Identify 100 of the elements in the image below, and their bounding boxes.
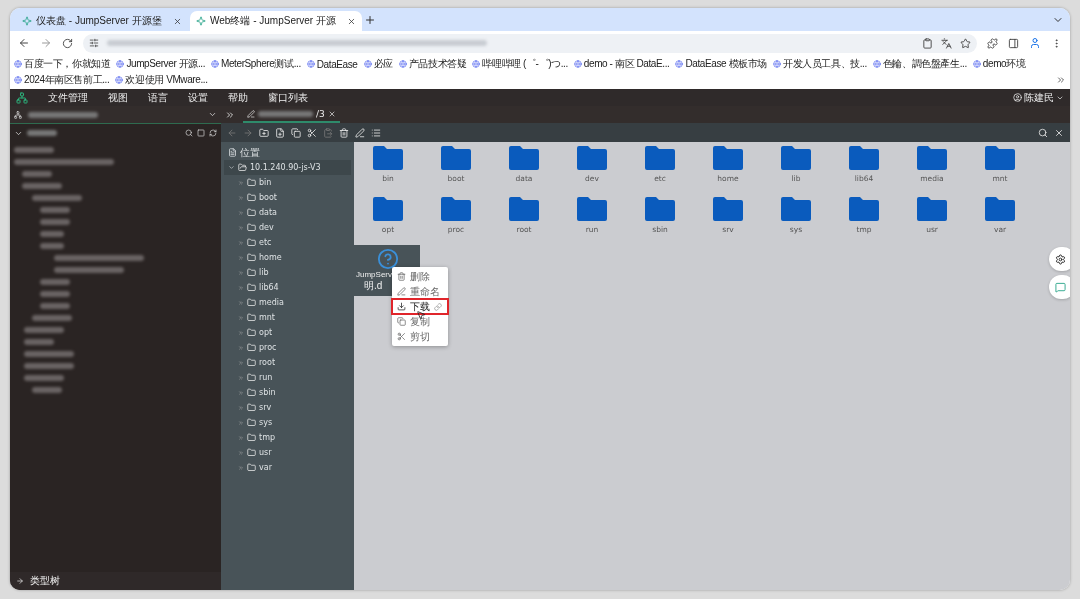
list-view-button[interactable] [371, 127, 381, 138]
tree-item[interactable]: dev [224, 220, 351, 235]
bookmark[interactable]: 必应 [363, 57, 393, 71]
bookmark[interactable]: demo环境 [972, 57, 1026, 71]
globe-icon [772, 60, 781, 68]
clipboard-icon[interactable] [922, 37, 933, 49]
tree-item[interactable]: media [224, 295, 351, 310]
tree-item[interactable]: root [224, 355, 351, 370]
close-icon[interactable] [173, 16, 182, 26]
folder-icon [509, 197, 539, 221]
link-icon [434, 302, 442, 311]
star-icon[interactable] [960, 37, 971, 49]
tree-item[interactable]: usr [224, 445, 351, 460]
tree-item[interactable]: lib64 [224, 280, 351, 295]
new-tab-icon[interactable] [364, 13, 376, 26]
type-tree-bar[interactable]: 类型树 [10, 572, 221, 590]
folder-icon [247, 283, 256, 292]
menu-item[interactable]: 语言 [148, 90, 168, 105]
app-logo-icon [16, 91, 28, 104]
extensions-icon[interactable] [987, 37, 998, 49]
browser-tab[interactable]: Web终端 - JumpServer 开源 [190, 11, 362, 31]
clipboard-icon [323, 127, 333, 138]
search-icon[interactable] [185, 129, 193, 137]
tree-item[interactable]: opt [224, 325, 351, 340]
delete-button[interactable] [339, 127, 349, 138]
redacted-text [40, 230, 64, 237]
close-icon[interactable] [347, 16, 356, 26]
tree-item[interactable]: home [224, 250, 351, 265]
tree-item[interactable]: etc [224, 235, 351, 250]
square-icon[interactable] [197, 129, 205, 137]
more-bookmarks-icon[interactable] [1056, 75, 1066, 85]
caret-icon[interactable] [208, 110, 217, 119]
folder-icon [713, 146, 743, 170]
tree-item[interactable]: 10.1.240.90-js-V3 [224, 160, 351, 175]
folder-icon [849, 197, 879, 221]
search-button[interactable] [1038, 127, 1048, 138]
globe-icon [115, 76, 124, 84]
bookmark[interactable]: 产品技术答疑 [398, 57, 467, 71]
tree-item[interactable]: bin [224, 175, 351, 190]
reload-icon[interactable] [62, 37, 73, 49]
new-folder-button[interactable] [259, 127, 269, 138]
tree-item[interactable]: sys [224, 415, 351, 430]
profile-icon[interactable] [1029, 37, 1041, 49]
bookmark[interactable]: 2024年南区售前工... [14, 73, 110, 87]
caret-icon [238, 434, 244, 441]
menu-item[interactable]: 文件管理 [48, 90, 88, 105]
close-icon[interactable] [327, 109, 336, 118]
bookmark[interactable]: 哔哩哔哩 (゜-゜)つ... [472, 57, 568, 71]
menu-item[interactable]: 剪切 [392, 329, 448, 344]
menu-item[interactable]: 下载 [392, 299, 448, 314]
refresh-icon[interactable] [209, 129, 217, 137]
tree-item[interactable]: proc [224, 340, 351, 355]
bookmark[interactable]: 色輪、調色盤產生... [872, 57, 967, 71]
tree-item[interactable]: lib [224, 265, 351, 280]
bookmark[interactable]: DataEase 模板市场 [675, 57, 767, 71]
bookmark[interactable]: 百度一下，你就知道 [14, 57, 111, 71]
caret-icon [238, 464, 244, 471]
back-icon[interactable] [18, 37, 30, 49]
bookmark[interactable]: demo - 南区 DataE... [573, 57, 670, 71]
user-menu[interactable]: 陈建民 [1013, 90, 1064, 105]
copy-button[interactable] [291, 127, 301, 138]
browser-tab[interactable]: 仪表盘 - JumpServer 开源堡 [16, 11, 188, 31]
tree-item[interactable]: mnt [224, 310, 351, 325]
tree-item[interactable]: var [224, 460, 351, 475]
caret-icon [238, 269, 244, 276]
folder-icon [781, 197, 811, 221]
tree-item[interactable]: run [224, 370, 351, 385]
bookmark[interactable]: 欢迎使用 VMware... [115, 73, 208, 87]
settings-button[interactable] [1049, 247, 1070, 271]
tree-item[interactable]: sbin [224, 385, 351, 400]
tree-item[interactable]: data [224, 205, 351, 220]
rename-button[interactable] [355, 127, 365, 138]
menu-item[interactable]: 帮助 [228, 90, 248, 105]
cut-button[interactable] [307, 127, 317, 138]
folder-icon [247, 388, 256, 397]
rename-icon [355, 127, 365, 138]
split-arrows-icon[interactable] [225, 109, 235, 120]
menu-item[interactable]: 窗口列表 [268, 90, 308, 105]
tree-item[interactable]: tmp [224, 430, 351, 445]
menu-item[interactable]: 设置 [188, 90, 208, 105]
bookmark[interactable]: MeterSphere测试... [211, 57, 301, 71]
globe-icon [972, 60, 981, 68]
new-file-button[interactable] [275, 127, 285, 138]
folder-icon [985, 197, 1015, 221]
bookmark[interactable]: JumpServer 开源... [116, 57, 206, 71]
trash-icon [397, 272, 406, 281]
folder-icon [247, 433, 256, 442]
menu-item[interactable]: 复制 [392, 314, 448, 329]
side-panel-icon[interactable] [1008, 37, 1019, 49]
close-button[interactable] [1054, 127, 1064, 138]
caret-icon [238, 224, 244, 231]
folder-icon [247, 253, 256, 262]
tree-item[interactable]: boot [224, 190, 351, 205]
tree-item[interactable]: srv [224, 400, 351, 415]
folder-icon [247, 358, 256, 367]
site-settings-icon[interactable] [89, 38, 99, 48]
bookmark[interactable]: 开发人员工具、技... [772, 57, 867, 71]
bookmark[interactable]: DataEase [306, 58, 358, 70]
translate-icon[interactable] [941, 37, 952, 49]
menu-item[interactable]: 视图 [108, 90, 128, 105]
